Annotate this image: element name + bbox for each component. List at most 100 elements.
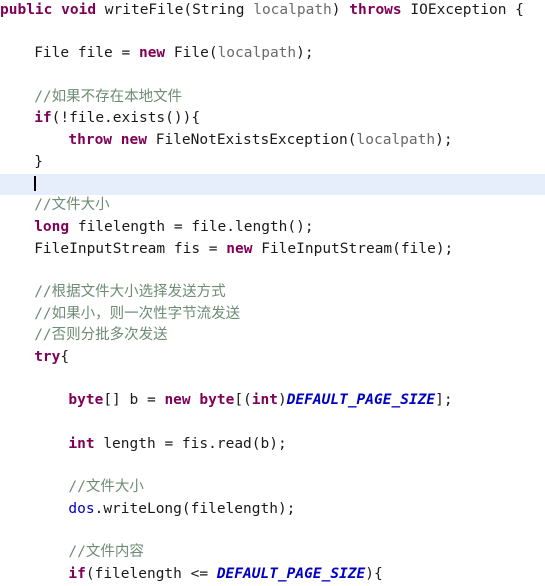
- code-token-punc: (: [392, 240, 401, 257]
- code-token-cmt: //根据文件大小选择发送方式: [34, 283, 226, 300]
- code-token-punc: (: [181, 500, 191, 517]
- code-line[interactable]: throw new FileNotExistsException(localpa…: [0, 130, 545, 152]
- code-token-kw: throw: [68, 132, 113, 149]
- code-token-plain: filelength: [77, 218, 166, 235]
- code-token-kw: new: [138, 45, 166, 62]
- code-token-punc: );: [277, 500, 296, 517]
- code-line[interactable]: byte[] b = new byte[(int)DEFAULT_PAGE_SI…: [0, 390, 545, 412]
- code-token-punc: (: [85, 565, 95, 582]
- code-line[interactable]: public void writeFile(String localpath) …: [0, 0, 545, 22]
- code-token-plain: File: [34, 45, 70, 62]
- code-token-plain: FileNotExistsException: [155, 132, 348, 149]
- code-token-punc: ];: [435, 392, 453, 409]
- code-token-punc: =: [138, 392, 165, 409]
- code-line[interactable]: //如果小，则一次性字节流发送: [0, 304, 545, 326]
- code-token-plain: fis: [173, 240, 201, 257]
- code-token-plain: file: [400, 240, 436, 257]
- code-line[interactable]: [0, 260, 545, 282]
- code-token-kw: try: [34, 349, 61, 365]
- code-token-kw: long: [34, 218, 70, 235]
- code-token-punc: .: [226, 218, 236, 235]
- code-line[interactable]: [0, 412, 545, 434]
- code-token-punc: (: [208, 45, 218, 62]
- code-token-punc: [(: [234, 392, 252, 409]
- code-token-plain: writeFile: [104, 2, 184, 18]
- code-token-kw: public: [0, 2, 53, 18]
- code-line[interactable]: //文件大小: [0, 477, 545, 499]
- code-token-punc: );: [435, 240, 454, 257]
- code-line[interactable]: dos.writeLong(filelength);: [0, 499, 545, 521]
- code-token-punc: =: [165, 218, 192, 235]
- code-token-kw: byte: [199, 392, 235, 409]
- code-line[interactable]: //如果不存在本地文件: [0, 87, 545, 109]
- code-token-punc: (: [251, 435, 261, 452]
- code-token-plain: String: [192, 2, 245, 18]
- code-token-punc: {: [506, 2, 524, 18]
- code-line[interactable]: [0, 22, 545, 44]
- code-line[interactable]: int length = fis.read(b);: [0, 434, 545, 456]
- code-token-kw: new: [226, 240, 253, 257]
- code-token-punc: .: [104, 110, 113, 127]
- code-token-plain: filelength: [94, 565, 182, 582]
- code-line[interactable]: [0, 369, 545, 391]
- code-line[interactable]: try{: [0, 347, 545, 369]
- code-line[interactable]: //根据文件大小选择发送方式: [0, 282, 545, 304]
- code-token-plain: writeLong: [103, 500, 182, 517]
- code-line[interactable]: //文件内容: [0, 542, 545, 564]
- code-line[interactable]: File file = new File(localpath);: [0, 43, 545, 65]
- code-token-plain: b: [129, 392, 139, 409]
- code-token-kw: new: [120, 132, 147, 149]
- code-token-kw: if: [68, 565, 86, 582]
- code-token-plain: file: [69, 110, 105, 127]
- code-line[interactable]: FileInputStream fis = new FileInputStrea…: [0, 239, 545, 261]
- code-token-plain: exists: [112, 110, 166, 127]
- code-token-plain: filelength: [190, 500, 278, 517]
- code-token-punc: ()){: [165, 110, 201, 127]
- code-token-cmt: //文件大小: [68, 479, 144, 496]
- code-line[interactable]: if(filelength <= DEFAULT_PAGE_SIZE){: [0, 564, 545, 586]
- code-token-punc: (: [183, 2, 193, 18]
- code-line[interactable]: }: [0, 152, 545, 174]
- code-token-param: localpath: [253, 2, 332, 18]
- code-line[interactable]: //否则分批多次发送: [0, 325, 545, 347]
- code-line[interactable]: [0, 65, 545, 87]
- code-line[interactable]: if(!file.exists()){: [0, 108, 545, 130]
- code-token-param: localpath: [217, 45, 297, 62]
- code-token-plain: length: [103, 435, 156, 452]
- code-token-kw: int: [68, 435, 95, 452]
- code-token-cmt: //文件内容: [68, 544, 144, 561]
- code-editor-viewport[interactable]: public void writeFile(String localpath) …: [0, 0, 545, 582]
- code-token-plain: read: [216, 435, 252, 452]
- code-token-punc: ();: [287, 218, 314, 235]
- code-line[interactable]: long filelength = file.length();: [0, 217, 545, 239]
- code-token-plain: file: [77, 45, 113, 62]
- code-token-param: localpath: [356, 132, 436, 149]
- code-token-plain: length: [235, 218, 288, 235]
- code-token-punc: );: [296, 45, 314, 62]
- code-token-cmt: //如果不存在本地文件: [34, 88, 183, 105]
- code-token-const: DEFAULT_PAGE_SIZE: [286, 392, 436, 409]
- code-token-cmt: //如果小，则一次性字节流发送: [34, 305, 241, 322]
- code-token-kw: throws: [349, 2, 402, 18]
- code-token-punc: (!: [51, 110, 70, 127]
- code-line[interactable]: //文件大小: [0, 195, 545, 217]
- code-token-punc: <=: [181, 565, 217, 582]
- code-token-plain: fis: [181, 435, 209, 452]
- code-token-punc: =: [155, 435, 182, 452]
- code-token-punc: );: [269, 435, 287, 452]
- code-line[interactable]: [0, 455, 545, 477]
- code-token-kw: byte: [68, 392, 104, 409]
- code-token-punc: .: [208, 435, 217, 452]
- code-line[interactable]: [0, 521, 545, 543]
- code-line[interactable]: [0, 173, 545, 196]
- code-token-field: dos: [68, 500, 95, 517]
